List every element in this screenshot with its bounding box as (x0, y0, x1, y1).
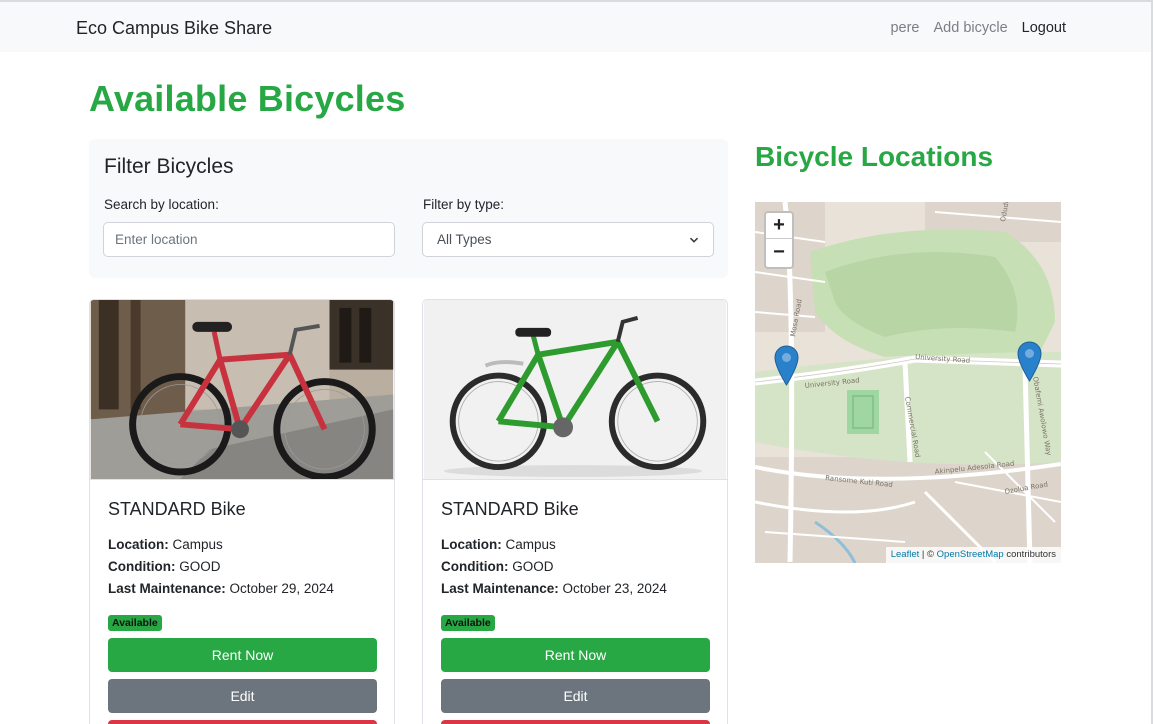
nav-links: pere Add bicycle Logout (890, 20, 1066, 36)
bicycle-card: STANDARD Bike Location: Campus Condition… (422, 299, 728, 724)
edit-button[interactable]: Edit (108, 679, 377, 713)
map-marker-icon[interactable] (774, 345, 799, 386)
condition-line: Condition: GOOD (108, 559, 221, 574)
bicycle-photo (90, 300, 394, 480)
nav-link-user[interactable]: pere (890, 20, 919, 36)
filter-panel: Filter Bicycles Search by location: Filt… (89, 139, 728, 278)
location-filter-label: Search by location: (104, 197, 219, 212)
location-value: Campus (172, 537, 223, 552)
zoom-control: + − (764, 211, 794, 269)
maintenance-value: October 29, 2024 (229, 581, 334, 596)
navbar: Eco Campus Bike Share pere Add bicycle L… (0, 2, 1151, 52)
edit-button[interactable]: Edit (441, 679, 710, 713)
location-line: Location: Campus (108, 537, 223, 552)
card-body: STANDARD Bike Location: Campus Condition… (441, 499, 710, 600)
map-tiles: University Road University Road Commerci… (755, 202, 1061, 563)
card-title: STANDARD Bike (441, 499, 579, 519)
card-body: STANDARD Bike Location: Campus Condition… (108, 499, 377, 600)
nav-link-logout[interactable]: Logout (1022, 20, 1066, 36)
rent-now-button[interactable]: Rent Now (108, 638, 377, 672)
bicycle-card: STANDARD Bike Location: Campus Condition… (89, 299, 395, 724)
location-line: Location: Campus (441, 537, 556, 552)
status-badge: Available (108, 615, 162, 631)
delete-button[interactable] (108, 720, 377, 724)
brand-link[interactable]: Eco Campus Bike Share (76, 18, 272, 39)
location-value: Campus (505, 537, 556, 552)
filter-heading: Filter Bicycles (104, 155, 234, 178)
rent-now-button[interactable]: Rent Now (441, 638, 710, 672)
page-title: Available Bicycles (89, 78, 406, 119)
map-attribution: Leaflet | © OpenStreetMap contributors (885, 547, 1061, 563)
bicycle-photo (423, 300, 727, 480)
condition-value: GOOD (512, 559, 554, 574)
leaflet-link[interactable]: Leaflet (891, 549, 920, 560)
location-search-input[interactable] (103, 222, 395, 257)
type-filter-select[interactable]: All Types (422, 222, 714, 257)
osm-link[interactable]: OpenStreetMap (937, 549, 1004, 560)
type-filter-value: All Types (437, 232, 492, 247)
delete-button[interactable] (441, 720, 710, 724)
maintenance-line: Last Maintenance: October 29, 2024 (108, 581, 334, 596)
condition-line: Condition: GOOD (441, 559, 554, 574)
chevron-down-icon (689, 237, 699, 243)
map-title: Bicycle Locations (755, 141, 994, 172)
condition-value: GOOD (179, 559, 221, 574)
zoom-out-button[interactable]: − (766, 239, 792, 265)
zoom-in-button[interactable]: + (766, 213, 792, 239)
maintenance-value: October 23, 2024 (562, 581, 667, 596)
map-marker-icon[interactable] (1017, 341, 1042, 382)
location-map[interactable]: University Road University Road Commerci… (755, 202, 1061, 563)
card-title: STANDARD Bike (108, 499, 246, 519)
nav-link-add-bicycle[interactable]: Add bicycle (933, 20, 1007, 36)
status-badge: Available (441, 615, 495, 631)
maintenance-line: Last Maintenance: October 23, 2024 (441, 581, 667, 596)
type-filter-label: Filter by type: (423, 197, 505, 212)
